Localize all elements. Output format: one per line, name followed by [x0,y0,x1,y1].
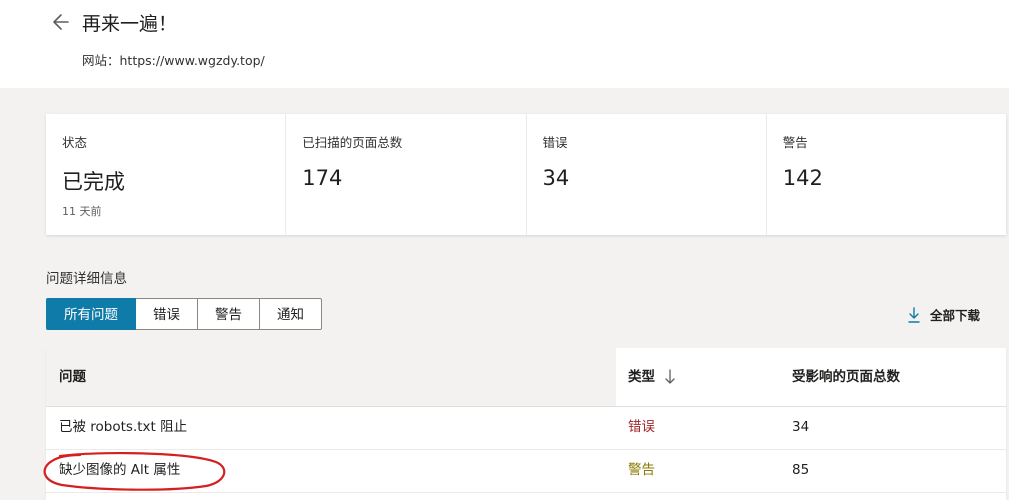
download-all-label: 全部下载 [930,308,981,323]
issue-filter-tabs: 所有问题 错误 警告 通知 [46,298,322,330]
warnings-card: 警告 142 [767,114,1006,235]
scanned-pages-card: 已扫描的页面总数 174 [286,114,527,235]
column-header-type-label: 类型 [628,369,655,385]
tab-warnings[interactable]: 警告 [198,298,260,330]
affected-pages-count: 34 [792,419,810,435]
issue-name: 缺少图像的 Alt 属性 [59,462,181,478]
warnings-value: 142 [782,166,823,190]
download-icon [908,306,920,323]
status-value: 已完成 [62,170,125,194]
status-time: 11 天前 [62,205,102,218]
tab-notices[interactable]: 通知 [260,298,322,330]
status-label: 状态 [62,135,88,150]
page-header: 再来一遍！ 网站：https://www.wgzdy.top/ [0,0,1009,88]
sort-down-arrow-icon [665,369,675,384]
errors-value: 34 [542,166,570,190]
column-header-issue[interactable]: 问题 [46,348,616,406]
arrow-left-icon [53,14,69,30]
tab-errors[interactable]: 错误 [136,298,198,330]
errors-label: 错误 [542,135,568,150]
column-header-affected-pages[interactable]: 受影响的页面总数 [792,348,900,406]
scanned-pages-label: 已扫描的页面总数 [302,135,403,150]
table-row[interactable]: 缺少图像的 Alt 属性 警告 85 [46,449,1006,493]
affected-pages-count: 85 [792,462,810,478]
site-url: 网站：https://www.wgzdy.top/ [82,53,265,68]
issue-name: 已被 robots.txt 阻止 [59,419,188,435]
summary-cards: 状态 已完成 11 天前 已扫描的页面总数 174 错误 34 警告 142 [46,114,1006,235]
warnings-label: 警告 [782,135,808,150]
page-title: 再来一遍！ [82,13,178,35]
table-row[interactable]: 已被 robots.txt 阻止 错误 34 [46,406,1006,450]
back-button[interactable] [52,12,70,32]
issues-table: 问题 类型 受影响的页面总数 已被 robots.txt 阻止 错误 34 缺少… [46,348,1006,500]
table-header: 问题 类型 受影响的页面总数 [46,348,1006,407]
tab-all-issues[interactable]: 所有问题 [46,298,136,330]
scanned-pages-value: 174 [302,166,343,190]
column-header-type[interactable]: 类型 [628,348,675,406]
issue-type: 警告 [628,462,655,478]
status-card: 状态 已完成 11 天前 [46,114,287,235]
download-all-button[interactable]: 全部下载 [908,305,980,324]
issues-section-title: 问题详细信息 [46,271,127,287]
issue-type: 错误 [628,419,655,435]
errors-card: 错误 34 [527,114,767,235]
